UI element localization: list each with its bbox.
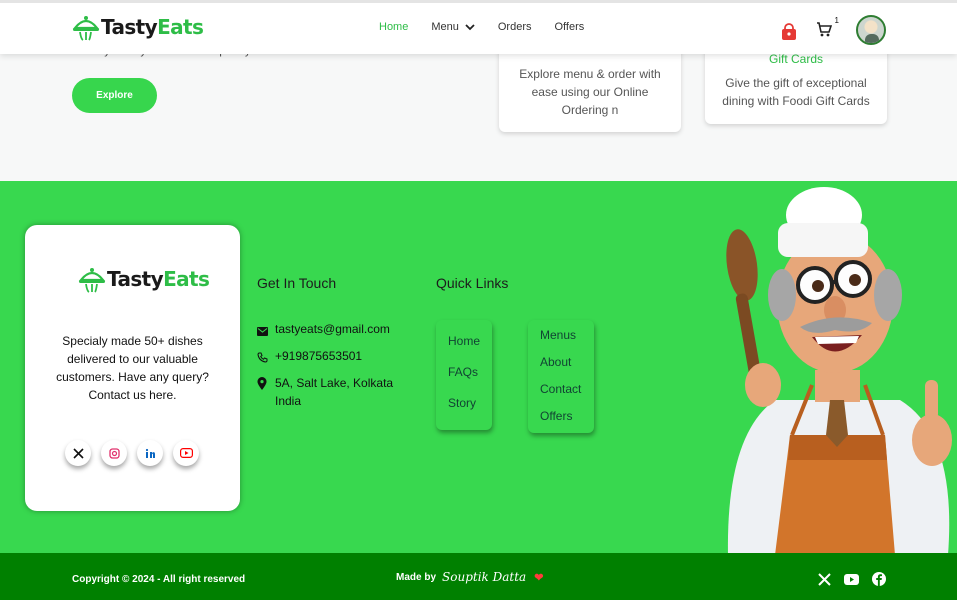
phone-text: +919875653501 [275,349,363,363]
youtube-link[interactable] [844,573,859,585]
card-description: Explore menu & order with ease using our… [519,67,661,117]
contact-email[interactable]: tastyeats@gmail.com [257,320,390,341]
facebook-link[interactable] [872,572,886,586]
nav-link-home[interactable]: Home [379,21,408,33]
logo-text-tasty: Tasty [101,15,158,39]
shopping-bag-icon[interactable] [780,23,798,41]
brand-description: Specialy made 50+ dishes delivered to ou… [56,334,209,402]
cloche-logo-icon [72,16,100,41]
phone-icon [257,352,268,363]
quick-link-story[interactable]: Story [448,396,476,410]
heart-icon: ❤ [534,571,544,584]
logo-text-tasty: Tasty [107,267,164,291]
quick-link-home[interactable]: Home [448,334,480,348]
get-in-touch-heading: Get In Touch [257,275,337,291]
footer-brand-card: TastyEats Specialy made 50+ dishes deliv… [25,225,240,511]
nav-link-orders[interactable]: Orders [498,21,532,33]
cloche-logo-icon [78,268,106,293]
quick-link-menus[interactable]: Menus [540,328,576,342]
made-by-label: Made by [396,571,437,583]
quick-links-group-1: Home FAQs Story [436,320,492,430]
chevron-down-icon [465,23,475,30]
explore-button[interactable]: Explore [72,78,157,113]
address-text: 5A, Salt Lake, Kolkata India [275,376,394,408]
quick-link-about[interactable]: About [540,355,571,369]
contact-phone[interactable]: +919875653501 [257,347,362,368]
facebook-icon [872,572,886,586]
linkedin-icon [145,448,155,458]
nav-link-menu[interactable]: Menu [431,21,475,33]
chef-illustration [726,187,952,555]
instagram-link[interactable] [101,440,127,466]
nav-icons: 1 [780,15,886,45]
copyright-text: Copyright © 2024 - All right reserved [72,574,246,585]
navbar: TastyEats Home Menu Orders Offers 1 [0,0,957,54]
quick-links-heading: Quick Links [436,275,509,291]
mail-icon [257,327,268,336]
user-avatar[interactable] [856,15,886,45]
x-icon [72,447,84,459]
x-link[interactable] [65,440,91,466]
bottom-bar: Copyright © 2024 - All right reserved Ma… [0,553,957,600]
instagram-icon [108,447,120,459]
brand-logo[interactable]: TastyEats [71,13,204,41]
cart-button[interactable]: 1 [816,16,839,42]
youtube-icon [844,573,859,585]
cart-icon [817,22,833,37]
footer-brand-logo[interactable]: TastyEats [77,265,210,293]
made-by: Made by Souptik Datta ❤ [396,570,543,584]
location-pin-icon [257,377,267,390]
cart-count-badge: 1 [834,16,839,25]
x-link[interactable] [818,572,831,586]
card-description: Give the gift of exceptional dining with… [722,76,870,108]
youtube-icon [179,448,193,458]
card-title: Gift Cards [768,52,823,66]
x-icon [818,572,831,586]
author-signature[interactable]: Souptik Datta [442,570,526,584]
quick-link-contact[interactable]: Contact [540,382,581,396]
bottom-social-links [818,572,899,586]
quick-link-faqs[interactable]: FAQs [448,365,478,379]
quick-links-group-2: Menus About Contact Offers [528,320,594,433]
nav-link-menu-label: Menu [431,21,459,33]
social-links [65,440,209,466]
quick-link-offers[interactable]: Offers [540,409,572,423]
nav-links: Home Menu Orders Offers [379,21,607,33]
nav-link-offers[interactable]: Offers [555,21,585,33]
email-text: tastyeats@gmail.com [275,322,390,336]
logo-text-eats: Eats [163,267,210,291]
youtube-link[interactable] [173,440,199,466]
linkedin-link[interactable] [137,440,163,466]
contact-address: 5A, Salt Lake, Kolkata India [257,374,397,410]
logo-text-eats: Eats [157,15,204,39]
